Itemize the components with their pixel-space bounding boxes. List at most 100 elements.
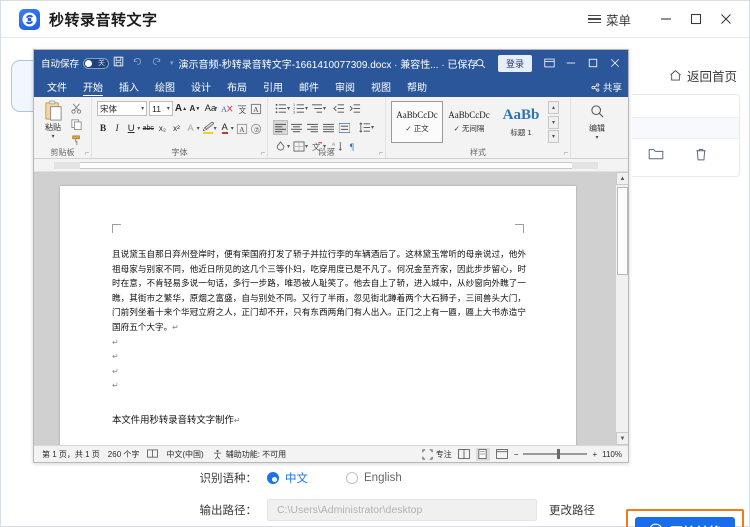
shrink-font-button[interactable]: A ▼ [189,101,201,116]
start-convert-button[interactable]: 开始转换 [635,517,735,527]
app-minimize-button[interactable] [651,1,681,37]
menu-button[interactable]: 菜单 [587,10,631,29]
app-close-button[interactable] [711,1,741,37]
document-vertical-scrollbar[interactable]: ▲ ▼ [615,172,628,445]
clipboard-dialog-launcher[interactable]: ⌐ [85,150,89,157]
scroll-down-arrow[interactable]: ▼ [616,432,628,445]
strikethrough-button[interactable]: abc [142,121,154,136]
signin-button[interactable]: 登录 [497,54,532,72]
word-close-button[interactable] [604,50,626,76]
tab-insert[interactable]: 插入 [111,77,147,97]
style-scroll-up[interactable]: ▴ [548,101,559,114]
scroll-up-arrow[interactable]: ▲ [616,172,628,185]
tab-layout[interactable]: 布局 [219,77,255,97]
redo-icon[interactable] [151,56,162,70]
tab-draw[interactable]: 绘图 [147,77,183,97]
radio-english[interactable]: English [346,472,402,484]
document-page[interactable]: 且说黛玉自那日弃州登岸时，便有荣国府打发了轿子并拉行李的车辆酒后了。这林黛玉常听… [60,186,576,445]
word-maximize-button[interactable] [582,50,604,76]
change-case-button[interactable]: Aa ▾ [203,101,219,116]
zoom-in-button[interactable]: + [592,450,597,459]
highlight-color-button[interactable]: 🖉 [202,121,214,136]
multilevel-list-caret[interactable]: ▾ [323,105,326,112]
zoom-out-button[interactable]: − [514,450,519,459]
radio-chinese[interactable]: 中文 [267,470,308,486]
style-no-spacing[interactable]: AaBbCcDc ✓ 无间隔 [443,101,495,143]
home-link[interactable]: 返回首页 [669,66,737,85]
bold-button[interactable]: B [97,121,109,136]
grow-font-button[interactable]: A ▲ [175,101,187,116]
tab-help[interactable]: 帮助 [399,77,435,97]
save-icon[interactable] [113,56,124,70]
superscript-button[interactable]: x² [170,121,182,136]
character-shading-button[interactable]: A [236,121,248,136]
style-normal[interactable]: AaBbCcDc ✓ 正文 [391,101,443,143]
font-dialog-launcher[interactable]: ⌐ [261,150,265,157]
autosave-toggle[interactable]: 关 [83,57,110,69]
style-gallery-more[interactable]: ▾ [548,130,559,143]
numbered-list-caret[interactable]: ▾ [305,105,308,112]
phonetic-guide-icon[interactable]: 文 [236,101,248,116]
paragraph-dialog-launcher[interactable]: ⌐ [379,150,383,157]
text-effects-button[interactable]: A [184,121,196,136]
line-spacing-icon[interactable] [357,120,372,135]
style-scroll-down[interactable]: ▾ [548,115,559,129]
numbered-list-icon[interactable]: 123 [291,101,306,116]
format-painter-icon[interactable] [69,134,84,147]
page-info[interactable]: 第 1 页，共 1 页 [42,449,100,460]
align-right-icon[interactable] [305,120,320,135]
document-body-text[interactable]: 且说黛玉自那日弃州登岸时，便有荣国府打发了轿子并拉行李的车辆酒后了。这林黛玉常听… [112,248,526,394]
radio-chinese-input[interactable] [267,472,279,484]
style-heading-1[interactable]: AaBb 标题 1 [495,101,547,143]
increase-indent-icon[interactable] [347,101,362,116]
line-spacing-caret[interactable]: ▾ [371,124,374,131]
search-icon[interactable] [470,50,492,76]
word-document-canvas[interactable]: 且说黛玉自那日弃州登岸时，便有荣国府打发了轿子并拉行李的车辆酒后了。这林黛玉常听… [34,172,628,445]
folder-open-icon[interactable] [648,147,664,167]
highlight-color-caret[interactable]: ▾ [214,125,217,132]
word-minimize-button[interactable] [560,50,582,76]
tab-mailings[interactable]: 邮件 [291,77,327,97]
decrease-indent-icon[interactable] [331,101,346,116]
align-left-icon[interactable] [273,120,288,135]
tab-file[interactable]: 文件 [39,77,75,97]
font-size-input[interactable]: 11 ▾ [149,101,173,116]
underline-button[interactable]: U [125,121,137,136]
focus-button[interactable]: 专注 [422,448,452,460]
web-view-icon[interactable] [495,448,509,461]
clear-formatting-icon[interactable]: A [221,101,234,116]
trash-icon[interactable] [694,147,708,167]
character-border-button[interactable]: ⑦ [250,121,262,136]
chevron-down-icon[interactable]: ▾ [51,133,54,140]
style-gallery-scroll[interactable]: ▴ ▾ ▾ [548,101,559,143]
multilevel-list-icon[interactable] [309,101,324,116]
document-footer-paragraph[interactable]: 本文件用秒转录音转文字制作↵ [112,412,241,426]
word-ruler[interactable] [34,159,628,172]
text-effects-caret[interactable]: ▾ [197,125,200,132]
language-indicator[interactable]: 中文(中国) [166,449,203,460]
zoom-slider-handle[interactable] [557,449,561,460]
font-color-button[interactable]: A [219,121,231,136]
bullet-list-caret[interactable]: ▾ [287,105,290,112]
italic-button[interactable]: I [111,121,123,136]
editing-button[interactable]: 编辑 ▾ [577,104,617,141]
chevron-down-icon[interactable]: ▾ [595,134,598,141]
print-view-icon[interactable] [475,447,490,461]
font-name-input[interactable]: 宋体 ▾ [97,101,148,116]
undo-icon[interactable] [132,56,143,70]
zoom-slider[interactable] [523,449,588,460]
tab-review[interactable]: 审阅 [327,77,363,97]
subscript-button[interactable]: x₂ [156,121,168,136]
underline-options-caret[interactable]: ▾ [137,125,140,132]
scroll-thumb[interactable] [617,187,628,275]
bullet-list-icon[interactable] [273,101,288,116]
distribute-icon[interactable] [337,120,352,135]
word-count[interactable]: 260 个字 [108,449,140,460]
copy-icon[interactable] [69,118,84,131]
chevron-down-icon[interactable]: ▾ [170,59,174,67]
change-path-button[interactable]: 更改路径 [549,502,595,518]
zoom-level[interactable]: 110% [602,450,622,459]
tab-view[interactable]: 视图 [363,77,399,97]
font-color-caret[interactable]: ▾ [231,125,234,132]
output-path-input[interactable]: C:\Users\Administrator\desktop [267,499,537,521]
